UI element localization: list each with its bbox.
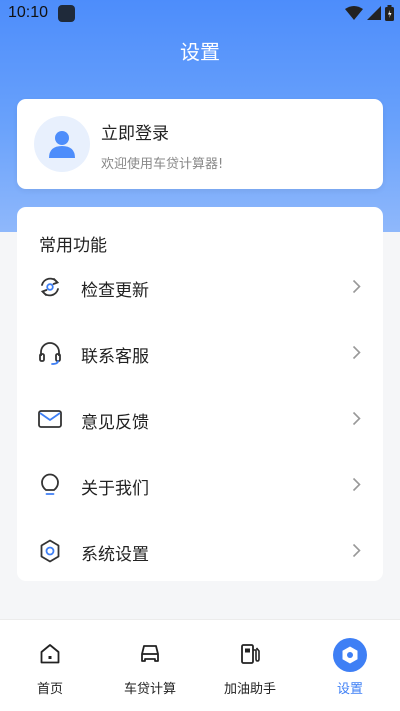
status-bar: 10:10: [0, 0, 400, 28]
tab-label: 设置: [336, 682, 363, 697]
headset-icon: [39, 342, 61, 365]
login-subtitle: 欢迎使用车贷计算器!: [101, 157, 224, 172]
chevron-right-icon: [352, 345, 361, 360]
functions-title: 常用功能: [39, 236, 107, 256]
tab-home[interactable]: 首页: [0, 620, 100, 711]
tab-fuel-assistant[interactable]: 加油助手: [200, 620, 300, 711]
notification-app-icon: [58, 5, 75, 22]
tab-settings[interactable]: 设置: [300, 620, 400, 711]
tab-loan-calculator[interactable]: 车贷计算: [100, 620, 200, 711]
chevron-right-icon: [352, 279, 361, 294]
menu-item-feedback[interactable]: 意见反馈: [17, 388, 383, 450]
menu-item-label: 关于我们: [81, 479, 149, 499]
gear-icon: [40, 539, 60, 563]
menu-item-about-us[interactable]: 关于我们: [17, 454, 383, 516]
menu-item-label: 系统设置: [81, 545, 149, 565]
menu-item-contact-support[interactable]: 联系客服: [17, 322, 383, 384]
chevron-right-icon: [352, 543, 361, 558]
mail-icon: [38, 410, 62, 428]
fuel-pump-icon: [241, 644, 260, 664]
signal-icon: [367, 6, 381, 20]
status-time: 10:10: [8, 4, 49, 21]
functions-card: 常用功能 检查更新 联系客服 意见反馈 关于我们 系统设置: [17, 207, 383, 581]
chevron-right-icon: [352, 411, 361, 426]
avatar: [34, 116, 90, 172]
bottom-tab-bar: 首页 车贷计算 加油助手 设置: [0, 619, 400, 711]
settings-icon: [333, 638, 367, 672]
tab-label: 首页: [36, 682, 63, 697]
chevron-right-icon: [352, 477, 361, 492]
login-title: 立即登录: [101, 124, 169, 144]
menu-item-system-settings[interactable]: 系统设置: [17, 520, 383, 582]
page-title: 设置: [180, 40, 220, 64]
tab-label: 车贷计算: [123, 682, 176, 697]
home-icon: [40, 644, 60, 664]
login-card[interactable]: 立即登录 欢迎使用车贷计算器!: [17, 99, 383, 189]
wifi-icon: [345, 6, 363, 20]
menu-item-label: 检查更新: [81, 281, 149, 301]
tab-label: 加油助手: [223, 682, 276, 697]
menu-item-check-update[interactable]: 检查更新: [17, 256, 383, 318]
menu-item-label: 联系客服: [81, 347, 149, 367]
refresh-icon: [40, 277, 60, 297]
lightbulb-icon: [41, 473, 59, 495]
battery-icon: [385, 5, 394, 21]
car-icon: [141, 645, 159, 662]
user-icon: [49, 131, 75, 158]
menu-item-label: 意见反馈: [81, 413, 149, 433]
